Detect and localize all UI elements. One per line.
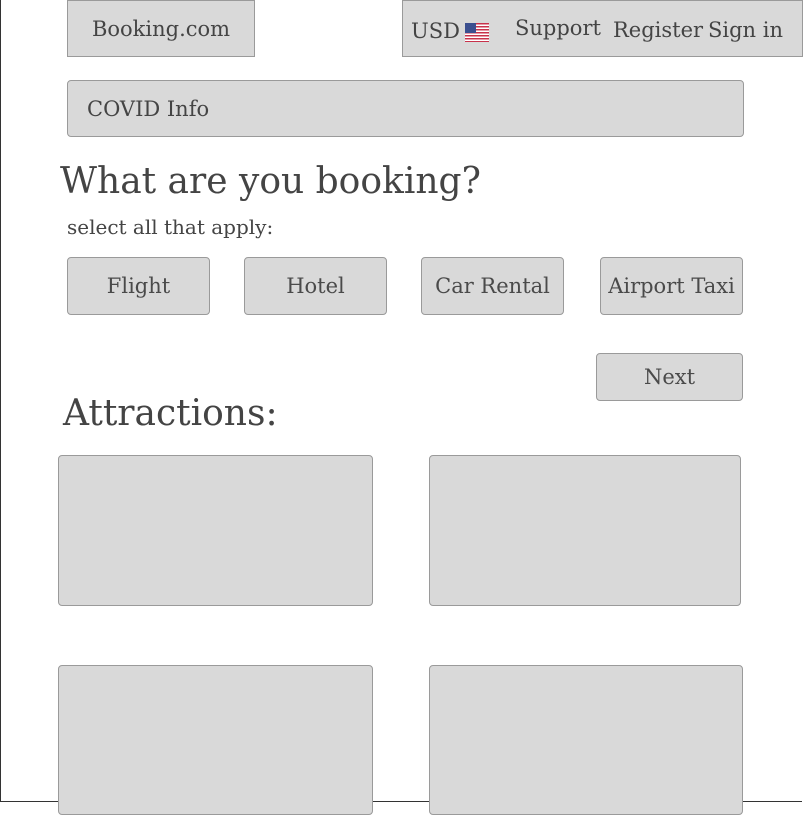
- booking-subtitle: select all that apply:: [67, 215, 274, 239]
- next-label: Next: [643, 365, 696, 389]
- option-hotel-label: Hotel: [286, 274, 345, 298]
- register-link[interactable]: Register: [613, 18, 703, 42]
- currency-selector[interactable]: USD: [411, 19, 460, 43]
- attraction-card[interactable]: [429, 455, 741, 606]
- attraction-card[interactable]: [58, 455, 373, 606]
- logo-text: Booking.com: [91, 16, 231, 41]
- sign-in-link[interactable]: Sign in: [708, 18, 783, 42]
- option-car-rental-button[interactable]: Car Rental: [421, 257, 564, 315]
- attractions-title: Attractions:: [63, 393, 278, 434]
- option-airport-taxi-button[interactable]: Airport Taxi: [600, 257, 743, 315]
- support-link[interactable]: Support: [515, 16, 601, 40]
- attraction-card[interactable]: [429, 665, 743, 815]
- covid-info-label: COVID Info: [87, 96, 210, 121]
- covid-info-banner[interactable]: COVID Info: [67, 80, 744, 137]
- top-nav: USD Support Register Sign in: [402, 0, 803, 57]
- option-airport-taxi-label: Airport Taxi: [608, 274, 735, 298]
- booking-title: What are you booking?: [60, 161, 481, 202]
- us-flag-icon[interactable]: [465, 23, 489, 42]
- option-flight-button[interactable]: Flight: [67, 257, 210, 315]
- next-button[interactable]: Next: [596, 353, 743, 401]
- attraction-card[interactable]: [58, 665, 373, 815]
- logo[interactable]: Booking.com: [67, 0, 255, 57]
- option-hotel-button[interactable]: Hotel: [244, 257, 387, 315]
- option-car-rental-label: Car Rental: [435, 274, 550, 298]
- option-flight-label: Flight: [106, 274, 171, 298]
